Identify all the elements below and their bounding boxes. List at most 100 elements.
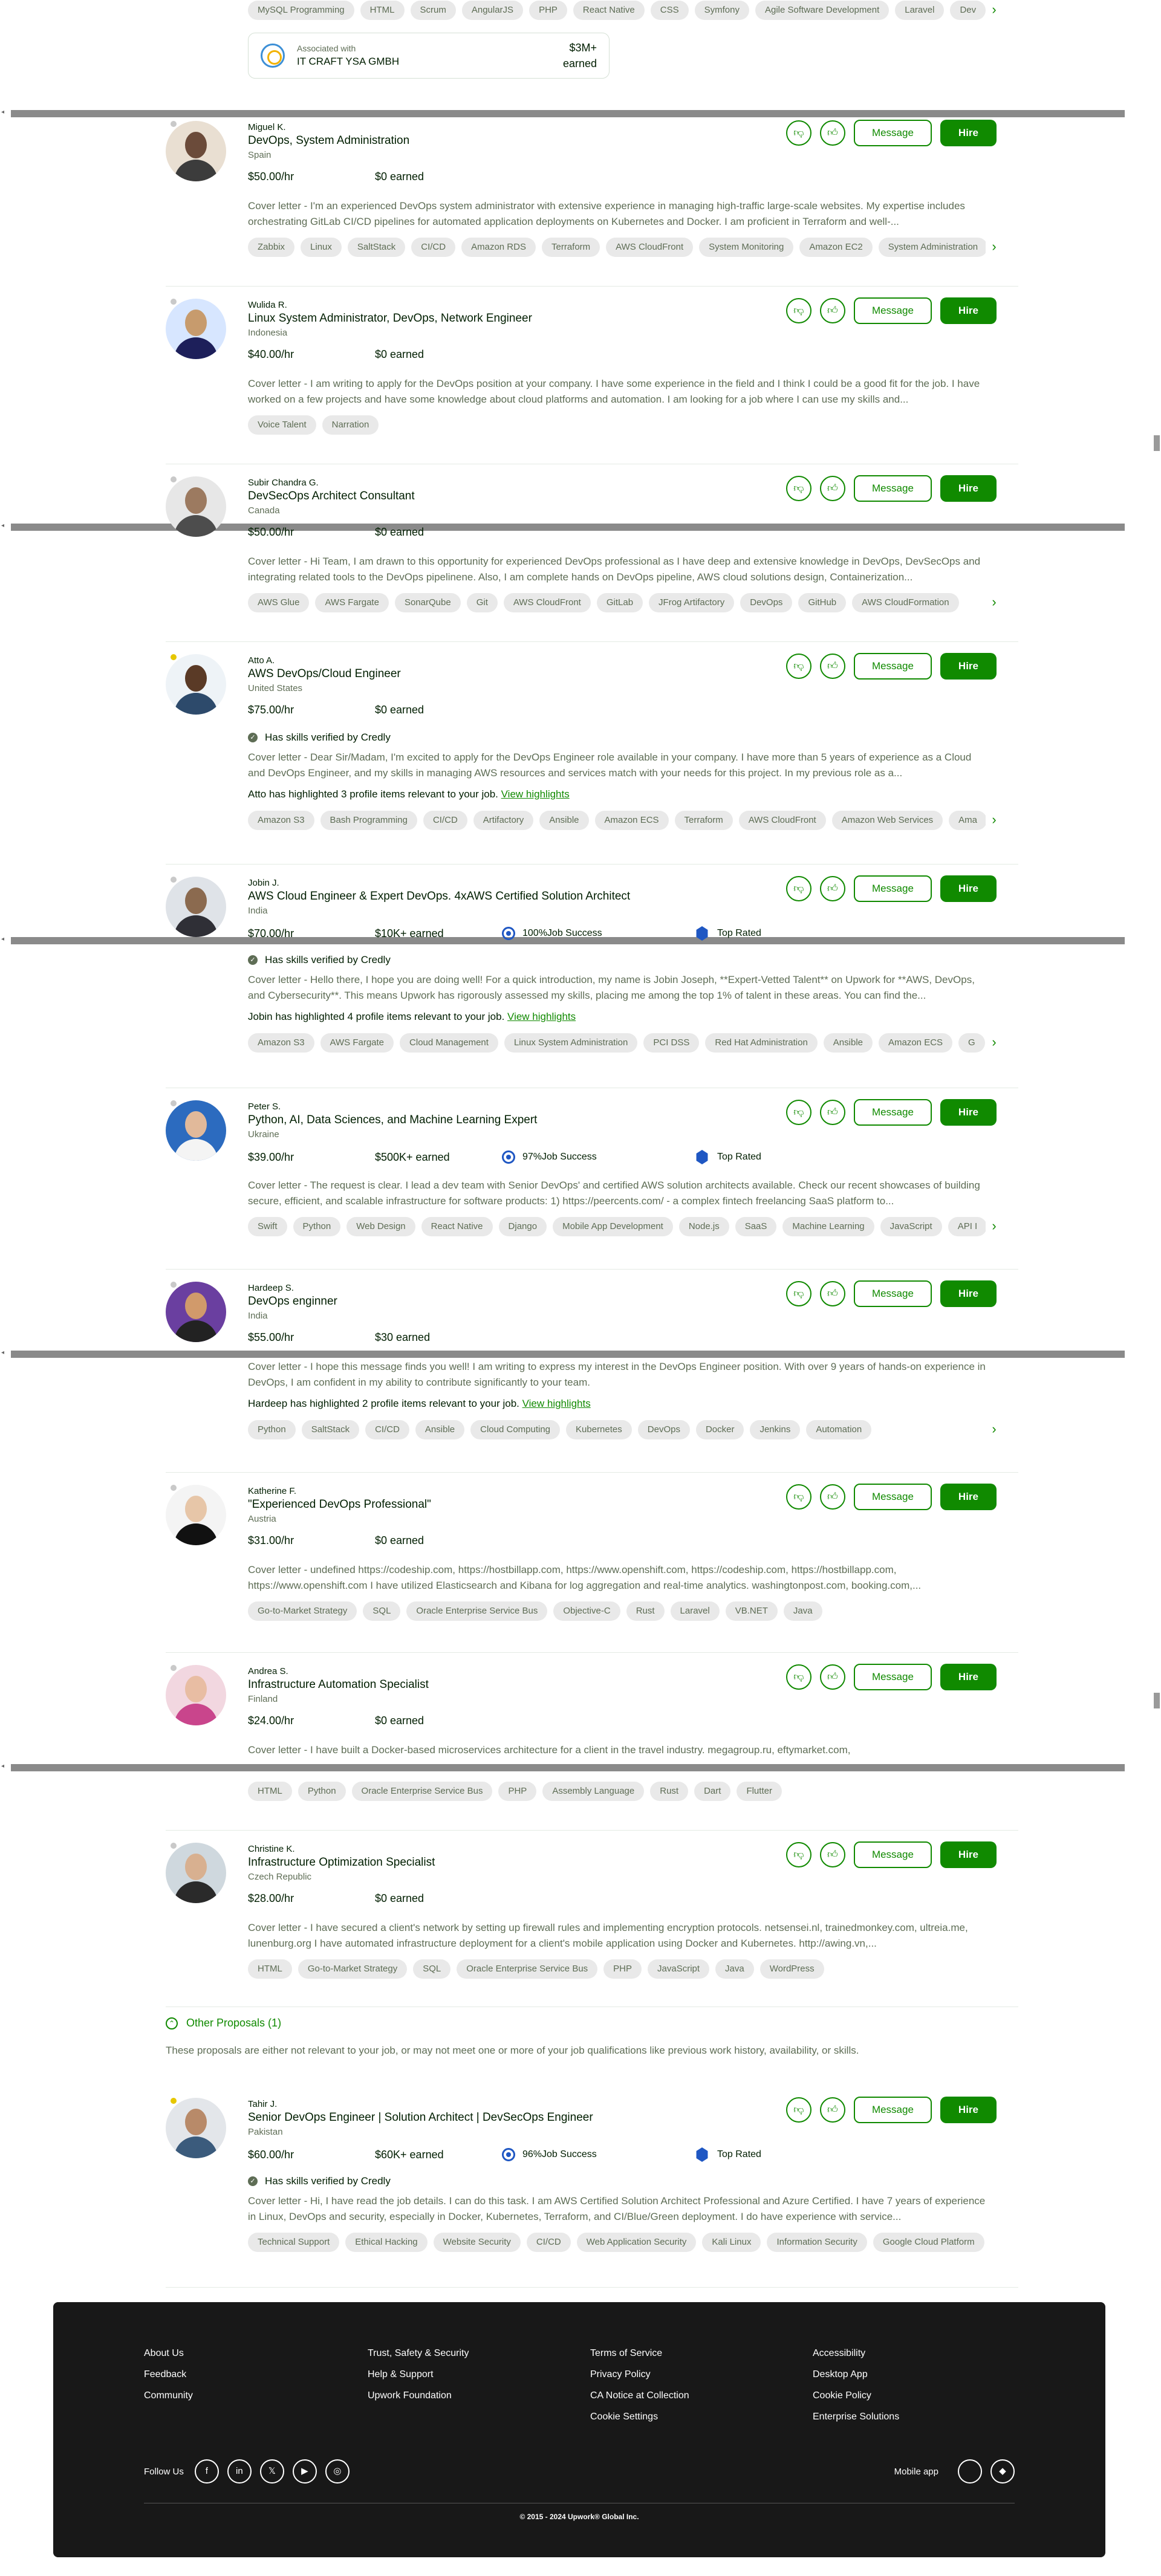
skill-chip[interactable]: CSS bbox=[650, 1, 689, 20]
freelancer-name[interactable]: Subir Chandra G. bbox=[248, 478, 319, 488]
freelancer-name[interactable]: Tahir J. bbox=[248, 2099, 277, 2109]
dislike-icon[interactable]: 👎︎ bbox=[785, 654, 811, 679]
scroll-left-arrow-icon[interactable]: ◂ bbox=[1, 522, 4, 529]
footer-link[interactable]: Terms of Service bbox=[590, 2348, 689, 2359]
footer-link[interactable]: Privacy Policy bbox=[590, 2369, 689, 2380]
footer-link[interactable]: Cookie Settings bbox=[590, 2412, 689, 2422]
skill-chip[interactable]: Django bbox=[498, 1217, 547, 1236]
skill-chip[interactable]: PHP bbox=[529, 1, 567, 20]
skill-chip[interactable]: Python bbox=[248, 1420, 296, 1439]
scroll-left-arrow-icon[interactable]: ◂ bbox=[1, 1349, 4, 1356]
footer-link[interactable]: Accessibility bbox=[813, 2348, 899, 2359]
message-button[interactable]: Message bbox=[853, 653, 932, 680]
message-button[interactable]: Message bbox=[853, 2097, 932, 2123]
cover-letter[interactable]: Cover letter - undefined https://codeshi… bbox=[248, 1562, 986, 1594]
avatar[interactable] bbox=[166, 654, 226, 715]
scroll-left-arrow-icon[interactable]: ◂ bbox=[1, 936, 4, 942]
hire-button[interactable]: Hire bbox=[940, 1484, 997, 1510]
x-icon[interactable]: 𝕏 bbox=[259, 2459, 284, 2484]
skill-chip[interactable]: GitHub bbox=[798, 593, 847, 612]
skill-chip[interactable]: Oracle Enterprise Service Bus bbox=[351, 1782, 493, 1801]
cover-letter[interactable]: Cover letter - I hope this message finds… bbox=[248, 1359, 986, 1390]
skill-chip[interactable]: AWS CloudFront bbox=[606, 238, 694, 257]
freelancer-name[interactable]: Hardeep S. bbox=[248, 1283, 294, 1293]
agency-name[interactable]: IT CRAFT YSA GMBH bbox=[297, 56, 399, 68]
message-button[interactable]: Message bbox=[853, 1484, 932, 1510]
skill-chip[interactable]: Objective-C bbox=[553, 1601, 620, 1621]
skill-chip[interactable]: Swift bbox=[248, 1217, 287, 1236]
hire-button[interactable]: Hire bbox=[940, 297, 997, 324]
skill-chip[interactable]: CI/CD bbox=[411, 238, 456, 257]
hire-button[interactable]: Hire bbox=[940, 1841, 997, 1868]
skill-chip[interactable]: Kubernetes bbox=[566, 1420, 632, 1439]
freelancer-title[interactable]: Infrastructure Automation Specialist bbox=[248, 1678, 429, 1692]
skill-chip[interactable]: Cloud Computing bbox=[470, 1420, 561, 1439]
skill-chip[interactable]: Web Application Security bbox=[576, 2233, 697, 2252]
freelancer-name[interactable]: Atto A. bbox=[248, 655, 275, 666]
skill-chip[interactable]: Dart bbox=[694, 1782, 731, 1801]
hire-button[interactable]: Hire bbox=[940, 1280, 997, 1307]
dislike-icon[interactable]: 👎︎ bbox=[785, 2097, 811, 2123]
skill-chip[interactable]: Amazon ECS bbox=[594, 811, 669, 830]
youtube-icon[interactable]: ▶ bbox=[292, 2459, 317, 2484]
skill-chip[interactable]: Technical Support bbox=[248, 2233, 340, 2252]
like-icon[interactable]: 👍︎ bbox=[819, 1664, 845, 1690]
skill-chip[interactable]: Node.js bbox=[678, 1217, 729, 1236]
hire-button[interactable]: Hire bbox=[940, 2097, 997, 2123]
agency-association[interactable]: Associated with IT CRAFT YSA GMBH $3M+ e… bbox=[248, 33, 610, 79]
view-highlights-link[interactable]: View highlights bbox=[501, 788, 570, 800]
skill-chip[interactable]: CI/CD bbox=[365, 1420, 409, 1439]
message-button[interactable]: Message bbox=[853, 475, 932, 502]
skill-chip[interactable]: Laravel bbox=[670, 1601, 720, 1621]
freelancer-name[interactable]: Christine K. bbox=[248, 1844, 295, 1854]
skill-chip[interactable]: AWS CloudFront bbox=[503, 593, 591, 612]
footer-link[interactable]: Help & Support bbox=[368, 2369, 469, 2380]
hire-button[interactable]: Hire bbox=[940, 1664, 997, 1690]
message-button[interactable]: Message bbox=[853, 120, 932, 146]
freelancer-title[interactable]: Linux System Administrator, DevOps, Netw… bbox=[248, 312, 532, 325]
skill-chip[interactable]: SaltStack bbox=[301, 1420, 360, 1439]
skill-chip[interactable]: Bash Programming bbox=[320, 811, 417, 830]
skill-chip[interactable]: HTML bbox=[360, 1, 405, 20]
footer-link[interactable]: Feedback bbox=[144, 2369, 193, 2380]
cover-letter[interactable]: Cover letter - I'm an experienced DevOps… bbox=[248, 198, 986, 230]
skill-chip[interactable]: MySQL Programming bbox=[248, 1, 354, 20]
skill-chip[interactable]: Rust bbox=[626, 1601, 665, 1621]
skill-chip[interactable]: Dev bbox=[950, 1, 986, 20]
skill-chip[interactable]: Google Cloud Platform bbox=[873, 2233, 984, 2252]
skill-chip[interactable]: Zabbix bbox=[248, 238, 295, 257]
skill-chip[interactable]: Amazon RDS bbox=[461, 238, 536, 257]
skill-chip[interactable]: SQL bbox=[363, 1601, 401, 1621]
chevron-right-icon[interactable]: › bbox=[988, 1217, 1000, 1236]
cover-letter[interactable]: Cover letter - Hi Team, I am drawn to th… bbox=[248, 554, 986, 585]
apple-icon[interactable] bbox=[958, 2459, 982, 2484]
skill-chip[interactable]: Amazon S3 bbox=[248, 811, 314, 830]
like-icon[interactable]: 👍︎ bbox=[819, 476, 845, 501]
scroll-left-arrow-icon[interactable]: ◂ bbox=[1, 1763, 4, 1770]
freelancer-title[interactable]: DevOps, System Administration bbox=[248, 134, 409, 148]
footer-link[interactable]: Upwork Foundation bbox=[368, 2390, 469, 2401]
skill-chip[interactable]: API I bbox=[948, 1217, 986, 1236]
skill-chip[interactable]: System Administration bbox=[878, 238, 986, 257]
footer-link[interactable]: Enterprise Solutions bbox=[813, 2412, 899, 2422]
freelancer-title[interactable]: AWS DevOps/Cloud Engineer bbox=[248, 667, 401, 681]
view-highlights-link[interactable]: View highlights bbox=[507, 1011, 576, 1022]
instagram-icon[interactable]: ◎ bbox=[325, 2459, 350, 2484]
like-icon[interactable]: 👍︎ bbox=[819, 1484, 845, 1510]
footer-link[interactable]: CA Notice at Collection bbox=[590, 2390, 689, 2401]
skill-chip[interactable]: Kali Linux bbox=[702, 2233, 761, 2252]
skill-chip[interactable]: JavaScript bbox=[880, 1217, 942, 1236]
skill-chip[interactable]: Go-to-Market Strategy bbox=[298, 1959, 408, 1979]
skill-chip[interactable]: Information Security bbox=[767, 2233, 867, 2252]
hire-button[interactable]: Hire bbox=[940, 875, 997, 902]
facebook-icon[interactable]: f bbox=[194, 2459, 219, 2484]
like-icon[interactable]: 👍︎ bbox=[819, 298, 845, 323]
skill-chip[interactable]: Laravel bbox=[895, 1, 945, 20]
like-icon[interactable]: 👍︎ bbox=[819, 654, 845, 679]
freelancer-title[interactable]: Python, AI, Data Sciences, and Machine L… bbox=[248, 1114, 537, 1127]
dislike-icon[interactable]: 👎︎ bbox=[785, 1664, 811, 1690]
skill-chip[interactable]: PHP bbox=[603, 1959, 642, 1979]
skill-chip[interactable]: Ama bbox=[949, 811, 986, 830]
freelancer-name[interactable]: Wulida R. bbox=[248, 300, 287, 310]
dislike-icon[interactable]: 👎︎ bbox=[785, 1842, 811, 1867]
